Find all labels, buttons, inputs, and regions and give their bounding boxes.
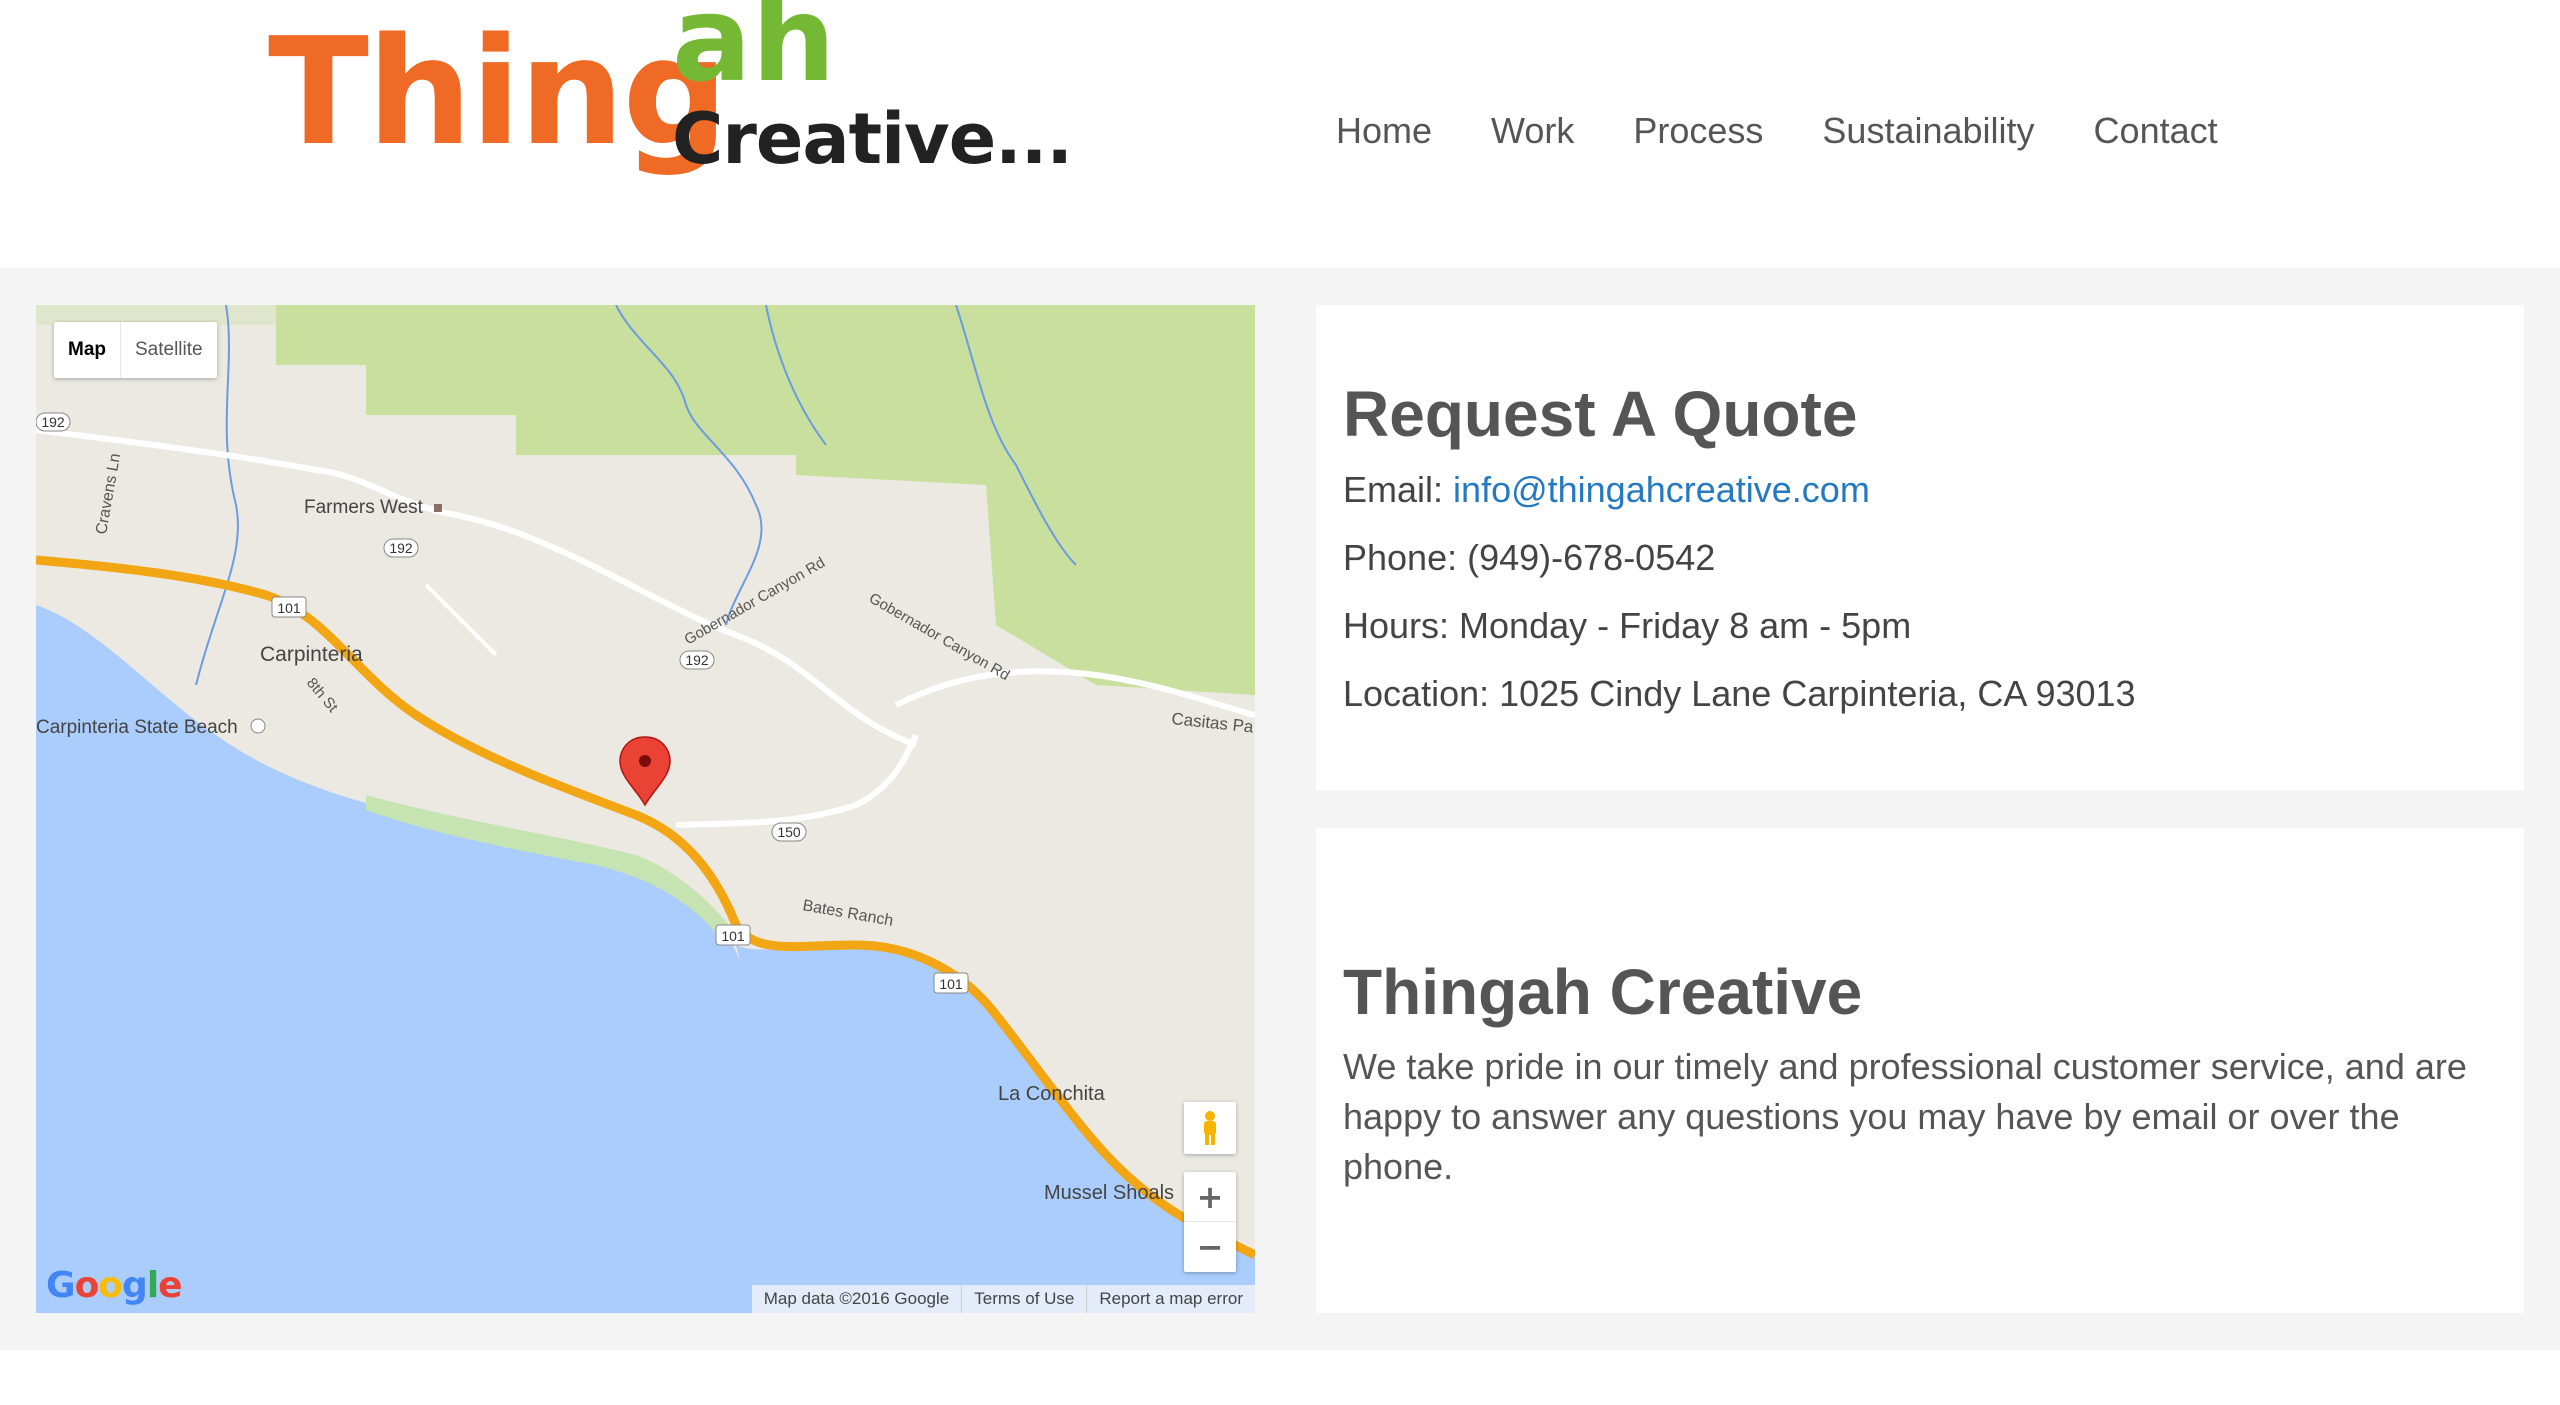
label-carpinteria: Carpinteria bbox=[260, 643, 363, 666]
svg-text:101: 101 bbox=[721, 928, 745, 944]
map-type-satellite-button[interactable]: Satellite bbox=[121, 322, 217, 378]
nav-process[interactable]: Process bbox=[1633, 108, 1763, 154]
nav-home[interactable]: Home bbox=[1336, 108, 1432, 154]
svg-text:192: 192 bbox=[41, 414, 65, 430]
terms-of-use-link[interactable]: Terms of Use bbox=[961, 1285, 1086, 1313]
label-la-conchita: La Conchita bbox=[998, 1083, 1106, 1105]
email-label: Email: bbox=[1343, 469, 1444, 510]
thingah-logo[interactable]: Thing ah Creative... bbox=[262, 0, 1073, 215]
label-farmers-west: Farmers West bbox=[304, 497, 424, 518]
google-map[interactable]: Farmers West Cravens Ln Carpinteria 8th … bbox=[36, 305, 1255, 1313]
map-footer: Map data ©2016 Google Terms of Use Repor… bbox=[751, 1285, 1255, 1313]
label-state-beach: Carpinteria State Beach bbox=[36, 717, 238, 738]
label-mussel-shoals: Mussel Shoals bbox=[1044, 1182, 1174, 1204]
report-map-error-link[interactable]: Report a map error bbox=[1086, 1285, 1255, 1313]
zoom-out-button[interactable]: − bbox=[1184, 1222, 1236, 1272]
quote-title: Request A Quote bbox=[1343, 378, 1858, 450]
email-line: Email: info@thingahcreative.com bbox=[1343, 469, 1870, 511]
main-nav: Home Work Process Sustainability Contact bbox=[1336, 108, 2277, 154]
route-192-a: 192 bbox=[36, 412, 71, 432]
about-text: We take pride in our timely and professi… bbox=[1343, 1046, 2467, 1187]
nav-work[interactable]: Work bbox=[1491, 108, 1574, 154]
email-link[interactable]: info@thingahcreative.com bbox=[1453, 469, 1870, 510]
pegman-icon[interactable] bbox=[1184, 1102, 1236, 1154]
svg-text:101: 101 bbox=[277, 600, 301, 616]
map-data-attribution: Map data ©2016 Google bbox=[763, 1289, 950, 1308]
zoom-in-button[interactable]: + bbox=[1184, 1172, 1236, 1222]
about-card: Thingah Creative We take pride in our ti… bbox=[1316, 828, 2524, 1313]
route-192-c: 192 bbox=[679, 650, 715, 670]
location-line: Location: 1025 Cindy Lane Carpinteria, C… bbox=[1343, 673, 2136, 714]
map-type-control: Map Satellite bbox=[54, 322, 217, 378]
about-title: Thingah Creative bbox=[1343, 956, 1863, 1028]
map-type-map-button[interactable]: Map bbox=[54, 322, 121, 378]
svg-text:192: 192 bbox=[685, 652, 709, 668]
zoom-control: + − bbox=[1184, 1172, 1236, 1272]
google-logo[interactable]: Google bbox=[46, 1265, 183, 1306]
svg-text:192: 192 bbox=[389, 540, 413, 556]
logo-ah: ah bbox=[672, 0, 836, 108]
phone-line: Phone: (949)-678-0542 bbox=[1343, 537, 1716, 578]
nav-sustainability[interactable]: Sustainability bbox=[1822, 108, 2034, 154]
quote-card: Request A Quote Email: info@thingahcreat… bbox=[1316, 305, 2524, 790]
svg-text:101: 101 bbox=[939, 976, 963, 992]
hours-line: Hours: Monday - Friday 8 am - 5pm bbox=[1343, 605, 1912, 646]
svg-text:150: 150 bbox=[777, 824, 801, 840]
route-101-a: 101 bbox=[271, 596, 307, 618]
route-101-b: 101 bbox=[715, 924, 751, 946]
route-150: 150 bbox=[771, 822, 807, 842]
site-header: Thing ah Creative... Home Work Process S… bbox=[0, 0, 2560, 268]
logo-thing: Thing bbox=[268, 6, 728, 178]
route-192-b: 192 bbox=[383, 538, 419, 558]
route-101-c: 101 bbox=[933, 972, 969, 994]
map-canvas: Farmers West Cravens Ln Carpinteria 8th … bbox=[36, 305, 1255, 1313]
nav-contact[interactable]: Contact bbox=[2094, 108, 2218, 154]
logo-creative: Creative... bbox=[672, 98, 1073, 180]
